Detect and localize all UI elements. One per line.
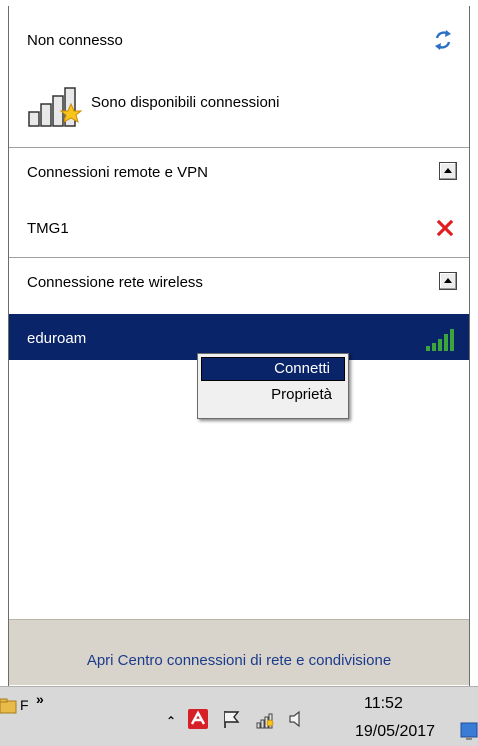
- taskbar-overflow-button[interactable]: »: [36, 691, 44, 707]
- network-tray-icon[interactable]: [256, 711, 276, 729]
- volume-speaker-icon[interactable]: [288, 709, 304, 729]
- network-status-header: Non connesso Sono disponibili connession…: [9, 6, 469, 146]
- connection-item-tmg1[interactable]: TMG1: [9, 212, 469, 246]
- divider: [9, 147, 469, 148]
- divider: [9, 257, 469, 258]
- clock-time[interactable]: 11:52: [364, 695, 403, 713]
- clock-date[interactable]: 19/05/2017: [355, 723, 435, 741]
- connection-label: TMG1: [27, 220, 69, 237]
- wifi-network-label: eduroam: [27, 330, 87, 347]
- collapse-wireless-button[interactable]: [439, 272, 457, 290]
- show-desktop-icon[interactable]: [460, 719, 478, 743]
- folder-icon[interactable]: [0, 697, 18, 715]
- refresh-arrows-icon[interactable]: [431, 28, 455, 52]
- available-connections-text: Sono disponibili connessioni: [91, 94, 280, 111]
- flyout-footer: Apri Centro connessioni di rete e condiv…: [9, 619, 469, 685]
- menu-item-properties[interactable]: Proprietà: [200, 382, 346, 408]
- network-center-link[interactable]: Apri Centro connessioni di rete e condiv…: [9, 652, 469, 669]
- avira-antivirus-icon[interactable]: [188, 709, 208, 729]
- context-menu: Connetti Proprietà: [197, 353, 349, 419]
- section-header-remote-vpn: Connessioni remote e VPN: [9, 158, 469, 190]
- tray-expand-button[interactable]: ⌃: [166, 714, 176, 728]
- collapse-remote-vpn-button[interactable]: [439, 162, 457, 180]
- action-center-flag-icon[interactable]: [222, 709, 242, 729]
- section-header-wireless: Connessione rete wireless: [9, 268, 469, 300]
- connection-status-label: Non connesso: [27, 32, 123, 49]
- wifi-signal-icon: [426, 329, 454, 351]
- taskbar-item-label[interactable]: F: [20, 697, 29, 713]
- network-flyout-panel: Non connesso Sono disponibili connession…: [8, 6, 470, 686]
- x-icon: [437, 220, 453, 236]
- taskbar: F » ⌃ 11:52 19/05/2017: [0, 686, 478, 746]
- menu-item-connect[interactable]: Connetti: [201, 357, 345, 381]
- section-title-wireless: Connessione rete wireless: [27, 274, 203, 291]
- network-signal-star-icon: [28, 87, 83, 127]
- section-title-remote-vpn: Connessioni remote e VPN: [27, 164, 208, 181]
